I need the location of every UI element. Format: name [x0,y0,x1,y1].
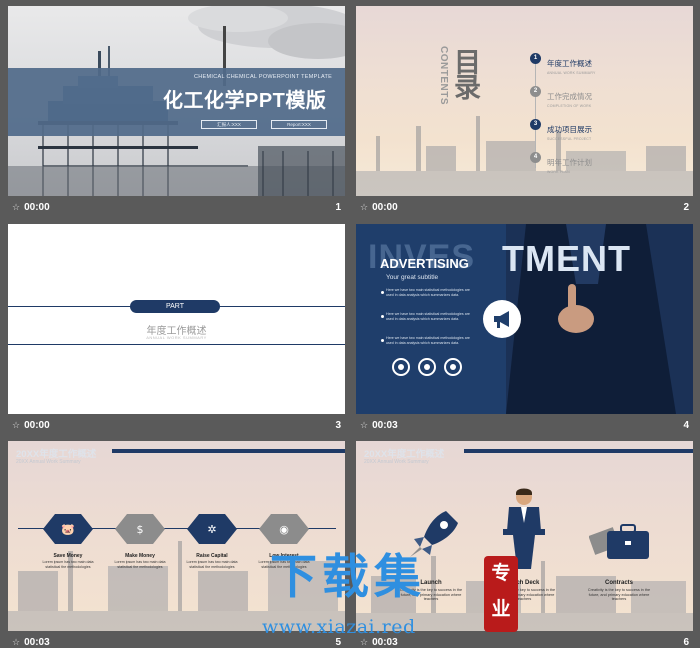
advertising-paragraph-2: Here we have two main statistical method… [386,312,470,321]
advertising-paragraph-1: Here we have two main statistical method… [386,288,470,297]
item-contracts-text: Creativity is the key to success in the … [587,588,651,602]
watermark-url: www.xiazai.red [262,616,416,638]
slide-3-footer: ☆ 00:00 3 [8,416,345,436]
contents-sub-3: SUCCESSFUL PROJECT [547,137,592,141]
contents-item-3: 3 成功项目展示 SUCCESSFUL PROJECT [530,119,592,141]
megaphone-icon [494,311,509,328]
coins-icon: ◉ [279,523,289,536]
slide-1-canvas: CHEMICAL CHEMICAL POWERPOINT TEMPLATE 化工… [8,6,345,196]
briefcase-icon [589,524,649,559]
contents-sub-4: WORK PLAN [547,170,570,174]
slide-1-footer: ☆ 00:00 1 [8,198,345,218]
slide-3-time: 00:00 [24,420,50,431]
section-title-en: ANNUAL WORK SUMMARY [146,335,207,340]
contents-num-3: 3 [530,119,541,130]
slide-1-subtitle: CHEMICAL CHEMICAL POWERPOINT TEMPLATE [194,74,333,80]
section-line-bottom [8,344,345,345]
target-icon [418,358,436,376]
slide-4-number: 4 [683,420,689,431]
slide-5-number: 5 [335,637,341,648]
step-3-hex: ✲ [187,514,237,544]
slide-2-time: 00:00 [372,202,398,213]
piggy-bank-icon: 🐷 [61,523,75,536]
header-bar [464,449,693,453]
step-1-label: Save Money [53,553,83,559]
network-icon: ✲ [207,523,216,536]
advertising-subtitle: Your great subtitle [386,274,439,281]
slide-2-footer: ☆ 00:00 2 [356,198,693,218]
reporter-en-box: Report:XXX [271,120,327,129]
slide-4-canvas: INVES TMENT ADVERTISING Your great subti… [356,224,693,414]
slide-2-number: 2 [683,202,689,213]
slide-5-title: 20XX年度工作概述 [16,449,97,460]
contents-num-2: 2 [530,86,541,97]
slide-4-footer: ☆ 00:03 4 [356,416,693,436]
item-contracts-label: Contracts [604,580,633,586]
header-bar [112,449,345,453]
contents-item-1: 1 年度工作概述 ANNUAL WORK SUMMARY [530,53,596,75]
contents-en: CONTENTS [438,46,449,105]
contents-num-1: 1 [530,53,541,64]
advertising-heading: ADVERTISING [380,256,469,271]
contents-label-3: 成功项目展示 [547,125,592,134]
step-1-hex: 🐷 [43,514,93,544]
bullet-dot [381,291,384,294]
part-pill: PART [130,300,220,313]
contents-item-2: 2 工作完成情况 COMPLETION OF WORK [530,86,592,108]
step-2-text: Lorem ipsum has two main data statistica… [114,560,166,569]
contents-sub-1: ANNUAL WORK SUMMARY [547,71,596,75]
contents-label-4: 明年工作计划 [547,158,592,167]
contents-label-1: 年度工作概述 [547,59,592,68]
watermark-seal-bottom: 业 [491,599,511,620]
contents-label-2: 工作完成情况 [547,92,592,101]
contents-heading: 目录 [450,48,480,98]
money-icon: $ [137,523,144,536]
bullet-dot [381,339,384,342]
watermark-seal-top: 专 [491,563,511,584]
megaphone-circle [483,300,521,338]
watermark-seal: 专 业 [484,556,518,632]
step-2-label: Make Money [125,553,155,559]
step-1-text: Lorem ipsum has two main data statistica… [42,560,94,569]
slide-1-number: 1 [335,202,341,213]
slide-2-canvas: CONTENTS 目录 1 年度工作概述 ANNUAL WORK SUMMARY … [356,6,693,196]
step-3-text: Lorem ipsum has two main data statistica… [186,560,238,569]
bullet-dot [381,315,384,318]
reporter-cn-box: 汇报人:XXX [201,120,257,129]
step-3-label: Raise Capital [196,553,228,559]
slide-5-title-en: 20XX Annual Work Summary [16,459,81,465]
factory-skyline-image [356,116,693,196]
contents-num-4: 4 [530,152,541,163]
contents-item-4: 4 明年工作计划 WORK PLAN [530,152,592,174]
slide-3-number: 3 [335,420,341,431]
slide-6-number: 6 [683,637,689,648]
transition-star-icon: ☆ [12,202,21,212]
step-2-hex: $ [115,514,165,544]
slide-3-canvas: PART 年度工作概述 ANNUAL WORK SUMMARY [8,224,345,414]
target-icon [444,358,462,376]
slide-1-time: 00:00 [24,202,50,213]
transition-star-icon: ☆ [360,202,369,212]
transition-star-icon: ☆ [12,637,21,647]
watermark-text: 下载集 [270,550,426,605]
slide-5-time: 00:03 [24,637,50,648]
target-icon [392,358,410,376]
bg-word-tment: TMENT [502,238,631,279]
transition-star-icon: ☆ [360,420,369,430]
transition-star-icon: ☆ [360,637,369,647]
transition-star-icon: ☆ [12,420,21,430]
slide-4-time: 00:03 [372,420,398,431]
advertising-paragraph-3: Here we have two main statistical method… [386,336,470,345]
slide-6-title-en: 20XX Annual Work Summary [364,459,429,465]
slide-6-time: 00:03 [372,637,398,648]
contents-sub-2: COMPLETION OF WORK [547,104,592,108]
slide-6-title: 20XX年度工作概述 [364,449,445,460]
slide-1-title: 化工化学PPT模版 [163,90,327,112]
